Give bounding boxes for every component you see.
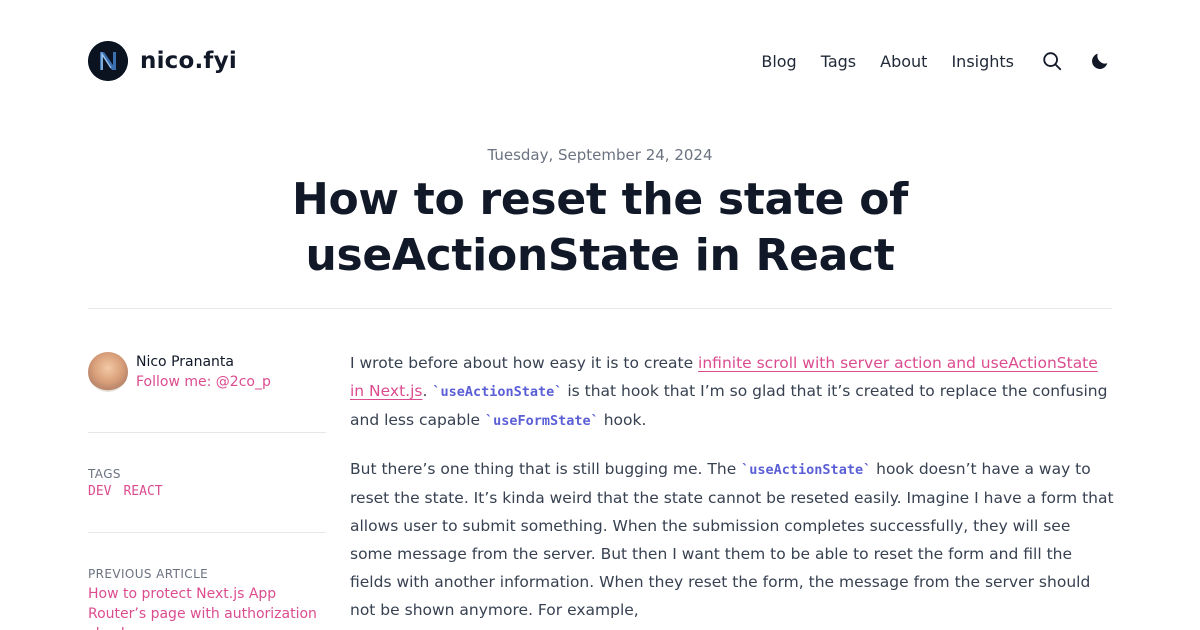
tags-label: TAGS (88, 467, 121, 481)
logo-icon (88, 41, 128, 81)
nav-about[interactable]: About (880, 52, 927, 71)
tag-dev[interactable]: DEV (88, 484, 111, 499)
sidebar-divider (88, 432, 326, 433)
author-info: Nico Prananta Follow me: @2co_p (136, 352, 271, 392)
brand-link[interactable]: nico.fyi (88, 41, 237, 81)
author-card: Nico Prananta Follow me: @2co_p (88, 352, 326, 392)
inline-code: `useFormState` (484, 413, 599, 429)
title-divider (88, 308, 1112, 309)
post-sidebar: Nico Prananta Follow me: @2co_p TAGS DEV… (88, 352, 326, 630)
brand-name: nico.fyi (140, 48, 237, 74)
post-title: How to reset the state of useActionState… (291, 174, 909, 281)
paragraph: But there’s one thing that is still bugg… (350, 455, 1114, 624)
paragraph-text: . (422, 382, 433, 400)
paragraph-text: I wrote before about how easy it is to c… (350, 354, 699, 372)
avatar (88, 352, 128, 392)
nav-blog[interactable]: Blog (761, 52, 796, 71)
author-name: Nico Prananta (136, 354, 234, 370)
page: nico.fyi Blog Tags About Insights Tuesda… (0, 0, 1200, 630)
moon-icon[interactable] (1088, 49, 1112, 73)
tag-react[interactable]: REACT (123, 484, 162, 499)
inline-code: `useActionState` (741, 462, 872, 478)
inline-code: `useActionState` (432, 384, 563, 400)
paragraph-text: hook doesn’t have a way to reset the sta… (350, 460, 1114, 619)
nav-icon-group (1040, 49, 1112, 73)
previous-article-link[interactable]: How to protect Next.js App Router’s page… (88, 584, 326, 630)
post-body: I wrote before about how easy it is to c… (350, 349, 1114, 630)
paragraph-text: hook. (598, 411, 647, 429)
paragraph-text: But there’s one thing that is still bugg… (350, 460, 742, 478)
paragraph: I wrote before about how easy it is to c… (350, 349, 1114, 435)
nav-tags[interactable]: Tags (821, 52, 856, 71)
nav-insights[interactable]: Insights (951, 52, 1014, 71)
sidebar-divider (88, 532, 326, 533)
previous-article-section: PREVIOUS ARTICLE How to protect Next.js … (88, 566, 326, 630)
search-icon[interactable] (1040, 49, 1064, 73)
main-nav: Blog Tags About Insights (761, 49, 1112, 73)
previous-article-label: PREVIOUS ARTICLE (88, 567, 209, 581)
tags-section: TAGS DEV REACT (88, 466, 326, 499)
author-follow-link[interactable]: Follow me: @2co_p (136, 372, 271, 392)
tag-list: DEV REACT (88, 484, 326, 499)
post-date: Tuesday, September 24, 2024 (487, 146, 713, 164)
site-header: nico.fyi Blog Tags About Insights (88, 40, 1112, 82)
